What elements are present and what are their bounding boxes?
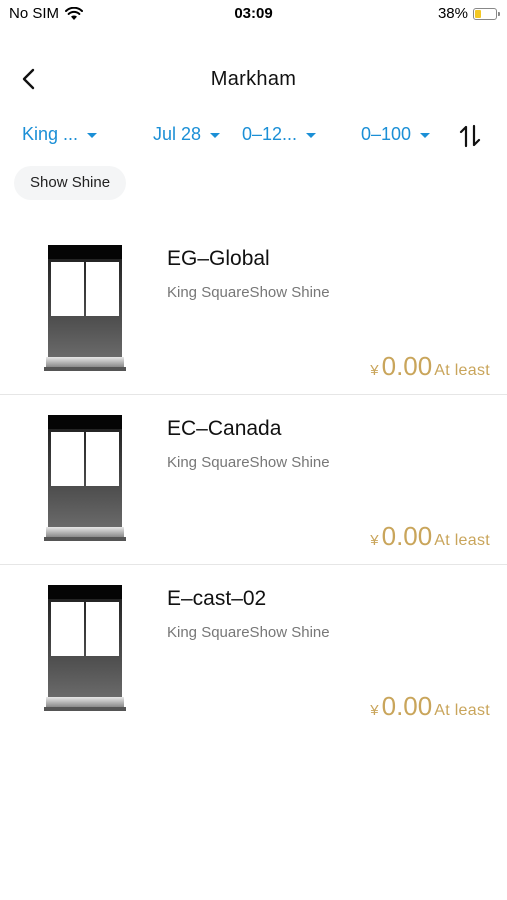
kiosk-display-thumbnail (44, 245, 126, 371)
filter-time-range[interactable]: 0–12... (242, 124, 317, 145)
caret-down-icon (87, 133, 98, 138)
price-currency: ¥ (370, 532, 379, 549)
filter-date-label: Jul 28 (153, 124, 202, 144)
listing-title: EG–Global (167, 247, 270, 270)
battery-percent: 38% (437, 5, 468, 22)
sort-button[interactable] (456, 122, 484, 150)
listing-subtitle: King SquareShow Shine (167, 454, 330, 471)
price-suffix: At least (434, 362, 490, 379)
filter-price-range-label: 0–100 (361, 124, 412, 144)
price-amount: 0.00 (381, 521, 433, 551)
listing-subtitle: King SquareShow Shine (167, 284, 330, 301)
sort-arrows-icon (459, 124, 481, 148)
filter-date[interactable]: Jul 28 (153, 124, 221, 145)
filter-price-range[interactable]: 0–100 (361, 124, 431, 145)
filter-chip-show-shine[interactable]: Show Shine (14, 166, 127, 200)
kiosk-display-thumbnail (44, 415, 126, 541)
battery-group: 38% (437, 5, 500, 22)
nav-bar: Markham (0, 52, 507, 104)
price-currency: ¥ (370, 702, 379, 719)
list-item[interactable]: E–cast–02 King SquareShow Shine ¥ 0.00 A… (0, 565, 507, 735)
list-item[interactable]: EC–Canada King SquareShow Shine ¥ 0.00 A… (0, 395, 507, 565)
page-title: Markham (210, 68, 297, 90)
price-amount: 0.00 (381, 351, 433, 381)
battery-fill (475, 9, 482, 18)
listing-title: EC–Canada (167, 417, 282, 440)
caret-down-icon (420, 133, 431, 138)
listing-price: ¥ 0.00 At least (370, 691, 490, 722)
listing-price: ¥ 0.00 At least (370, 521, 490, 552)
filter-bar: King ... Jul 28 0–12... 0–100 (0, 120, 507, 150)
filter-time-range-label: 0–12... (242, 124, 298, 144)
caret-down-icon (210, 133, 221, 138)
list-item[interactable]: EG–Global King SquareShow Shine ¥ 0.00 A… (0, 225, 507, 395)
price-amount: 0.00 (381, 691, 433, 721)
battery-icon (473, 7, 500, 20)
filter-location-label: King ... (22, 124, 79, 144)
listing-price: ¥ 0.00 At least (370, 351, 490, 382)
price-suffix: At least (434, 532, 490, 549)
listing-subtitle: King SquareShow Shine (167, 624, 330, 641)
price-suffix: At least (434, 702, 490, 719)
filter-location[interactable]: King ... (22, 124, 98, 145)
caret-down-icon (306, 133, 317, 138)
status-time: 03:09 (234, 5, 273, 22)
listing-title: E–cast–02 (167, 587, 267, 610)
listing-list: EG–Global King SquareShow Shine ¥ 0.00 A… (0, 225, 507, 735)
status-bar: No SIM 03:09 38% (0, 0, 507, 30)
price-currency: ¥ (370, 362, 379, 379)
kiosk-display-thumbnail (44, 585, 126, 711)
